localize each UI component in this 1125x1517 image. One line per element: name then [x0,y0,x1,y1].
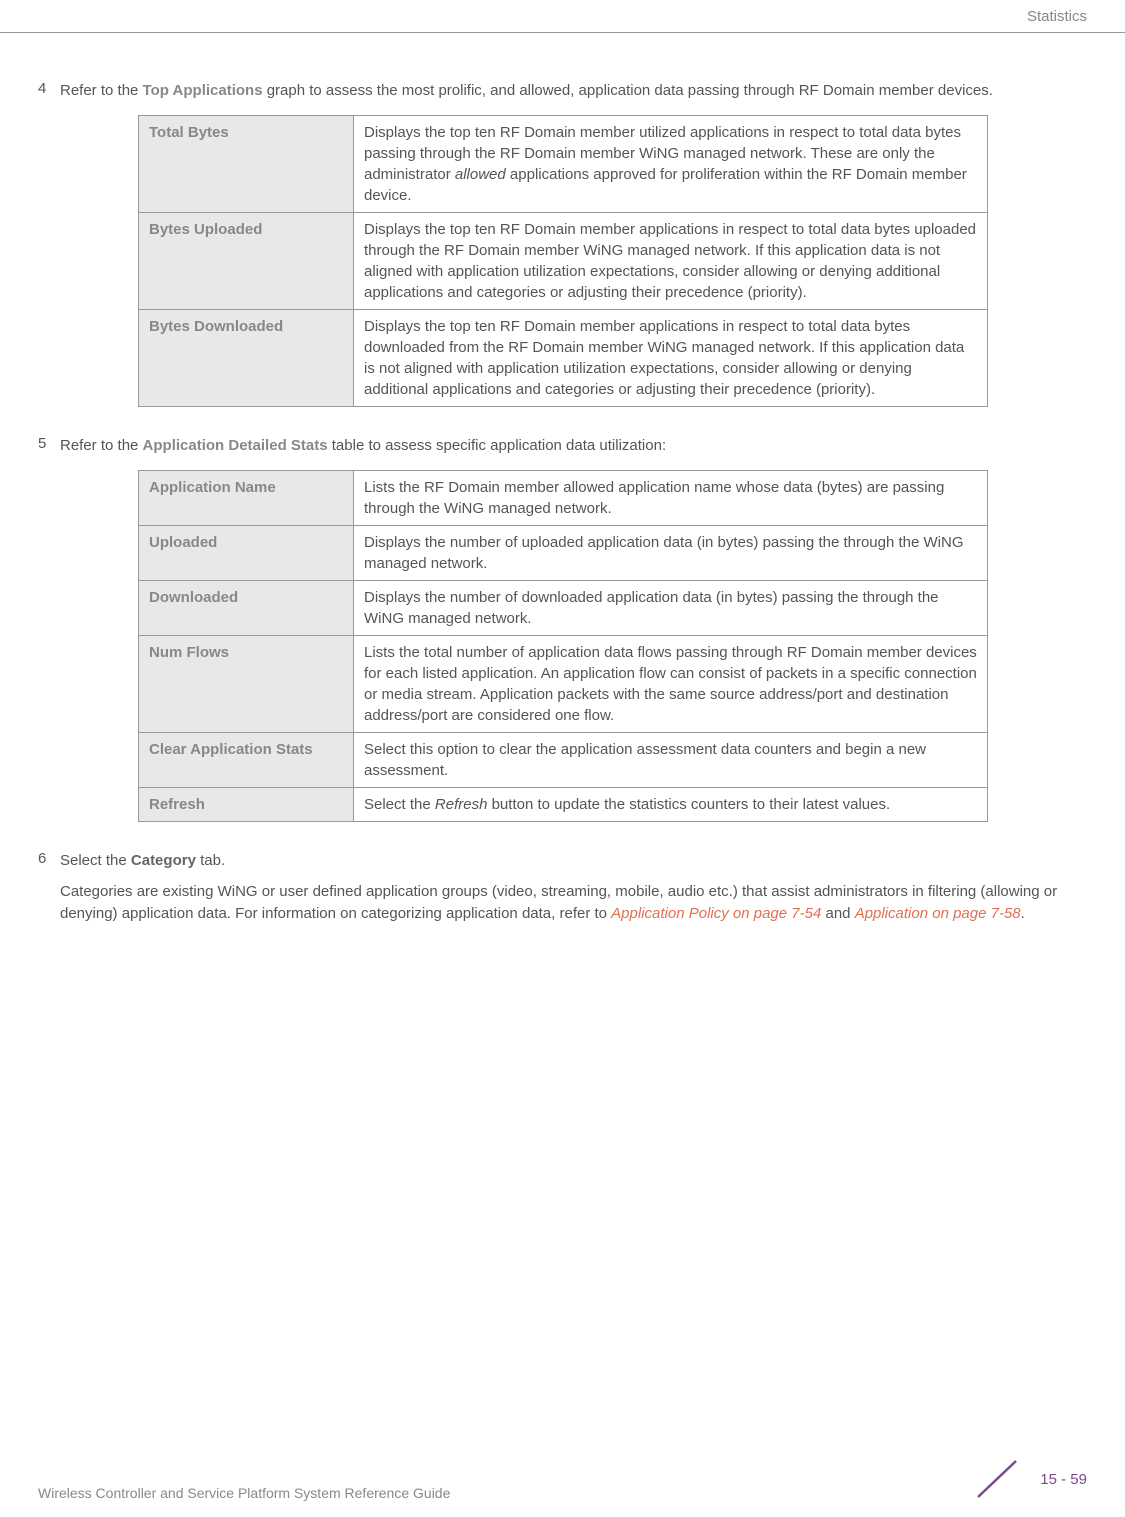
footer-title: Wireless Controller and Service Platform… [38,1485,450,1501]
table-row: Bytes Uploaded Displays the top ten RF D… [139,213,988,310]
total-bytes-desc: Displays the top ten RF Domain member ut… [354,116,988,213]
num-flows-label: Num Flows [139,636,354,733]
uploaded-label: Uploaded [139,526,354,581]
step-5-pre: Refer to the [60,437,143,454]
table-row: Total Bytes Displays the top ten RF Doma… [139,116,988,213]
detailed-stats-table: Application Name Lists the RF Domain mem… [138,470,988,822]
step-5-number: 5 [38,435,60,452]
step-6-bold: Category [131,852,196,869]
slash-icon [970,1457,1030,1501]
footer-right: 15 - 59 [970,1457,1087,1501]
text: button to update the statistics counters… [487,796,890,813]
application-name-desc: Lists the RF Domain member allowed appli… [354,471,988,526]
table-row: Downloaded Displays the number of downlo… [139,581,988,636]
page-content: 4 Refer to the Top Applications graph to… [0,80,1125,953]
clear-stats-desc: Select this option to clear the applicat… [354,733,988,788]
top-applications-table: Total Bytes Displays the top ten RF Doma… [138,115,988,407]
downloaded-desc: Displays the number of downloaded applic… [354,581,988,636]
bytes-uploaded-desc: Displays the top ten RF Domain member ap… [354,213,988,310]
step-4-text: Refer to the Top Applications graph to a… [60,80,1087,101]
uploaded-desc: Displays the number of uploaded applicat… [354,526,988,581]
step-6-text: Select the Category tab. [60,850,1087,871]
step-5-post: table to assess specific application dat… [328,437,667,454]
step-5-text: Refer to the Application Detailed Stats … [60,435,1087,456]
table-row: Num Flows Lists the total number of appl… [139,636,988,733]
text-italic: allowed [455,166,506,183]
table-row: Clear Application Stats Select this opti… [139,733,988,788]
step-6-number: 6 [38,850,60,867]
step-4-pre: Refer to the [60,82,143,99]
step-5-bold: Application Detailed Stats [143,437,328,454]
clear-stats-label: Clear Application Stats [139,733,354,788]
bytes-uploaded-label: Bytes Uploaded [139,213,354,310]
text-italic: Refresh [435,796,488,813]
link-application[interactable]: Application on page 7-58 [855,905,1021,922]
step-4-post: graph to assess the most prolific, and a… [263,82,993,99]
downloaded-label: Downloaded [139,581,354,636]
bytes-downloaded-label: Bytes Downloaded [139,310,354,407]
refresh-label: Refresh [139,788,354,822]
table-row: Uploaded Displays the number of uploaded… [139,526,988,581]
link-application-policy[interactable]: Application Policy on page 7-54 [611,905,821,922]
page-number: 15 - 59 [1040,1471,1087,1488]
step-4-bold: Top Applications [143,82,263,99]
table-row: Application Name Lists the RF Domain mem… [139,471,988,526]
header-section: Statistics [1027,8,1087,25]
bytes-downloaded-desc: Displays the top ten RF Domain member ap… [354,310,988,407]
table-row: Refresh Select the Refresh button to upd… [139,788,988,822]
step-5: 5 Refer to the Application Detailed Stat… [38,435,1087,822]
step-4: 4 Refer to the Top Applications graph to… [38,80,1087,407]
text: . [1021,905,1025,922]
page-footer: Wireless Controller and Service Platform… [38,1457,1087,1501]
step-6: 6 Select the Category tab. Categories ar… [38,850,1087,925]
refresh-desc: Select the Refresh button to update the … [354,788,988,822]
application-name-label: Application Name [139,471,354,526]
step-6-pre: Select the [60,852,131,869]
total-bytes-label: Total Bytes [139,116,354,213]
text: Select the [364,796,435,813]
step-6-paragraph: Categories are existing WiNG or user def… [60,881,1087,925]
table-row: Bytes Downloaded Displays the top ten RF… [139,310,988,407]
num-flows-desc: Lists the total number of application da… [354,636,988,733]
step-4-number: 4 [38,80,60,97]
text: and [821,905,854,922]
step-6-post: tab. [196,852,225,869]
header-rule [0,32,1125,33]
